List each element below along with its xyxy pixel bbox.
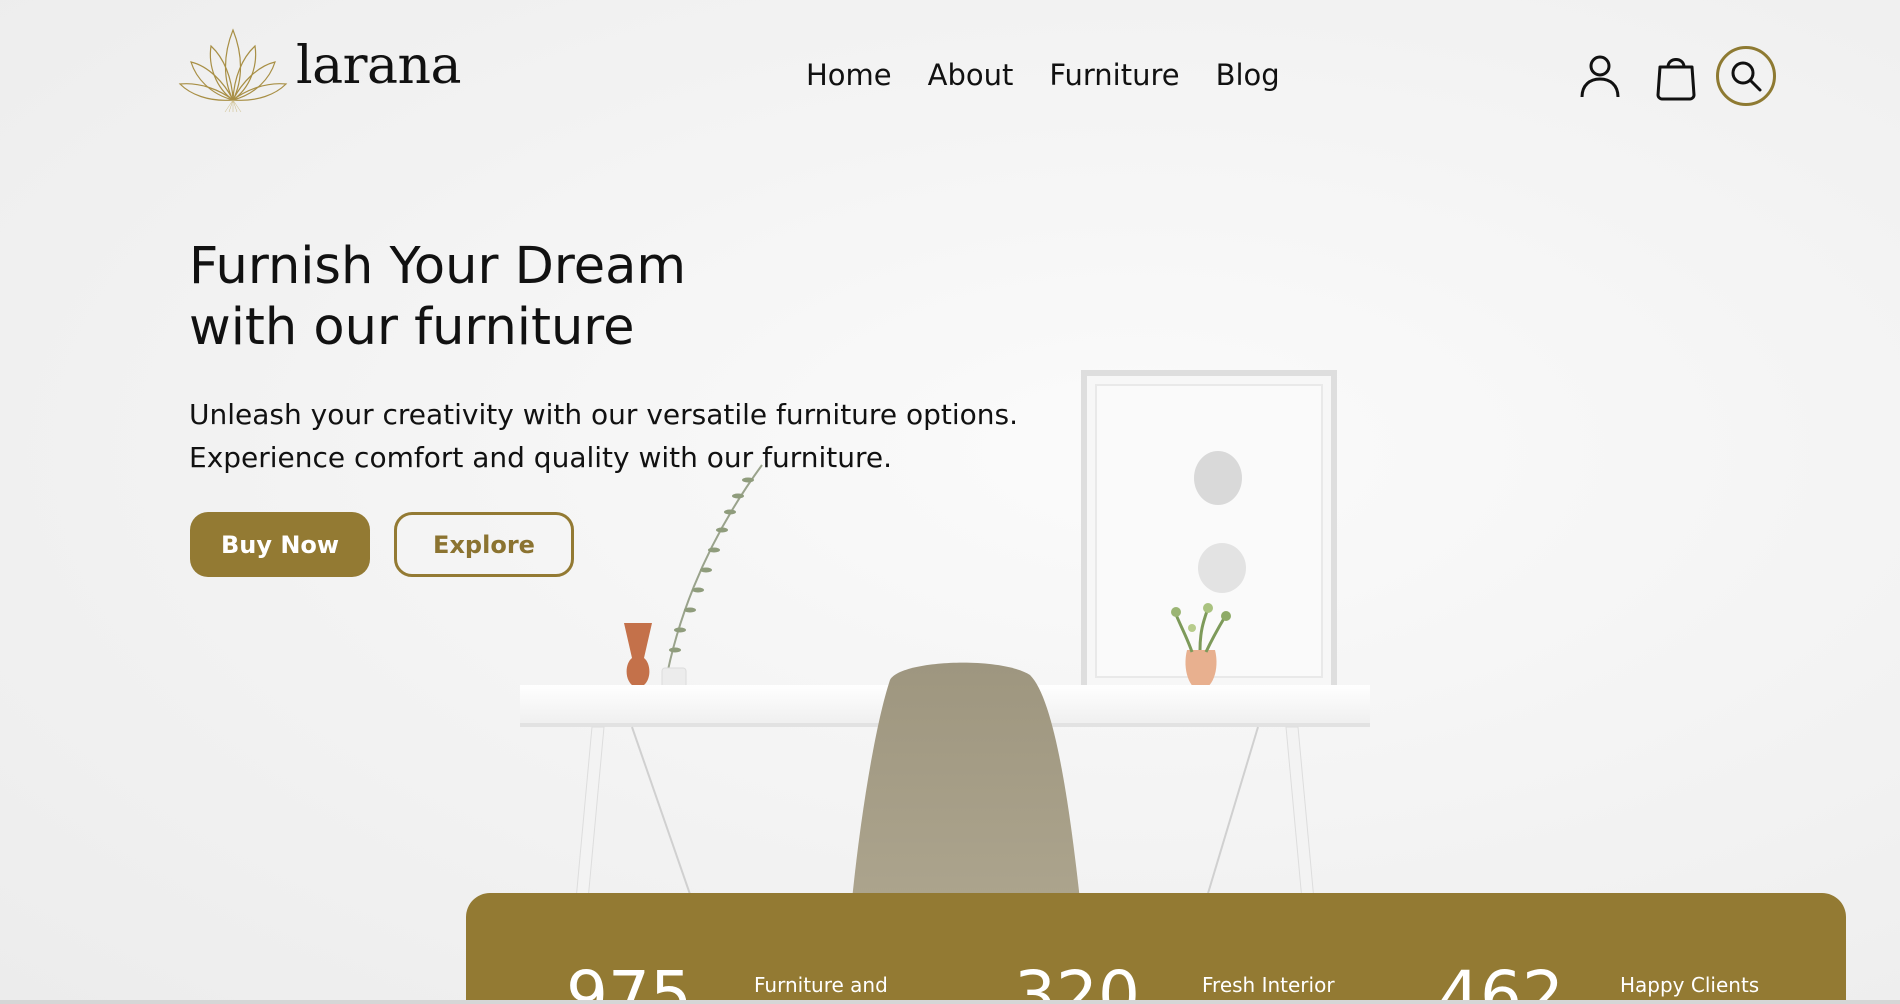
nav-item-blog[interactable]: Blog [1216, 58, 1280, 92]
buy-now-button[interactable]: Buy Now [190, 512, 370, 577]
stat-label: Furniture and [754, 973, 888, 997]
stats-panel: 975 Furniture and 320 Fresh Interior 462… [466, 893, 1846, 1004]
stat-label: Fresh Interior [1202, 973, 1335, 997]
page: larana Home About Furniture Blog Furnish… [0, 0, 1900, 1004]
window-bottom-edge [0, 1000, 1900, 1004]
brand-name: larana [296, 36, 461, 96]
search-button[interactable] [1716, 46, 1776, 106]
stat-label: Happy Clients [1620, 973, 1760, 997]
stat-number: 975 [566, 957, 692, 1004]
cart-button[interactable] [1646, 46, 1706, 106]
picture-frame [1081, 370, 1337, 692]
main-nav: Home About Furniture Blog [806, 58, 1280, 92]
nav-item-furniture[interactable]: Furniture [1049, 58, 1179, 92]
nav-item-about[interactable]: About [928, 58, 1014, 92]
shopping-bag-icon [1656, 58, 1696, 101]
hero-title: Furnish Your Dream with our furniture [189, 237, 687, 357]
logo[interactable]: larana [178, 20, 461, 112]
vase-and-branch [624, 464, 763, 691]
stat-number: 320 [1014, 957, 1140, 1004]
stat-number: 462 [1438, 957, 1564, 1004]
lotus-logo-icon [178, 28, 288, 112]
header-actions [1570, 46, 1776, 106]
user-icon [1580, 55, 1620, 98]
hero-subtitle: Unleash your creativity with our versati… [189, 398, 1018, 474]
account-button[interactable] [1570, 46, 1630, 106]
search-icon [1731, 61, 1762, 92]
nav-item-home[interactable]: Home [806, 58, 892, 92]
explore-button[interactable]: Explore [394, 512, 574, 577]
